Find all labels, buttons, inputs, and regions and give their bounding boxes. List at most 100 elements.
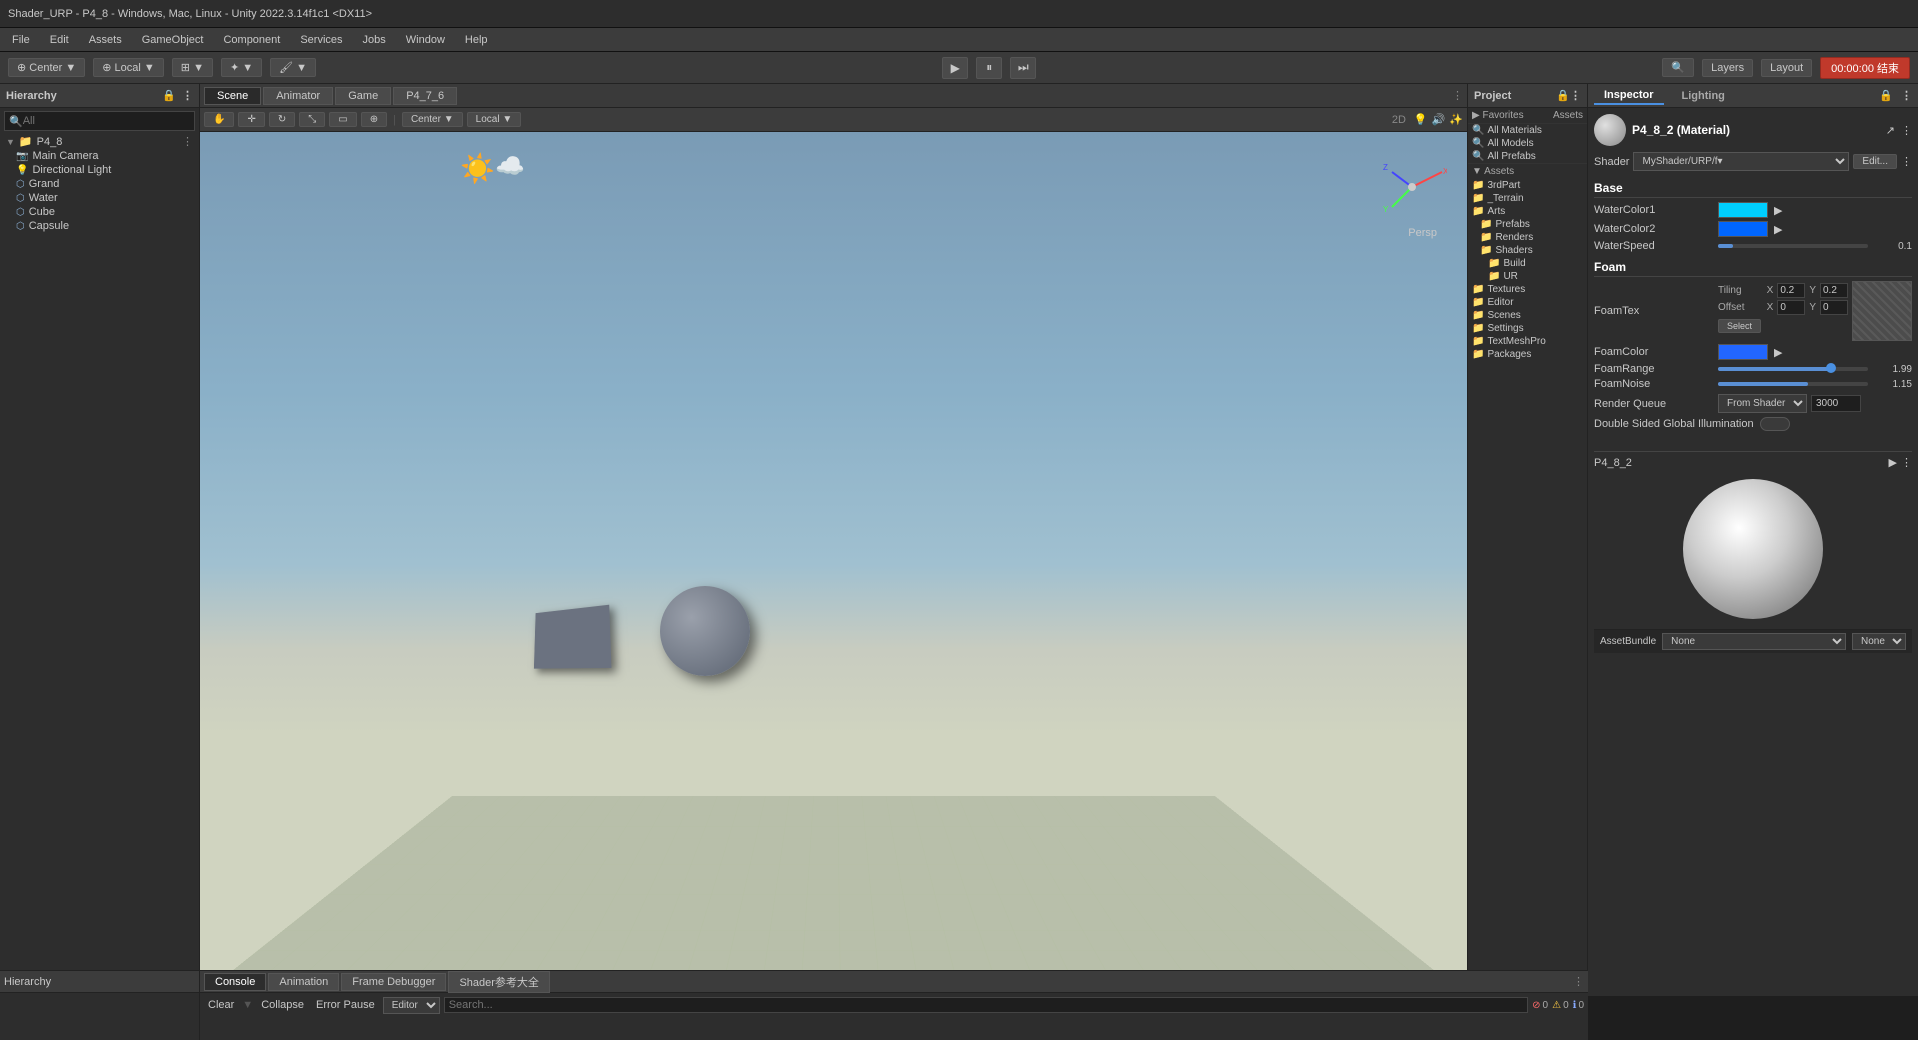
project-asset-packages[interactable]: 📁 Packages xyxy=(1468,348,1587,361)
hierarchy-lock[interactable]: 🔒 xyxy=(162,89,176,102)
project-asset-scenes[interactable]: 📁 Scenes xyxy=(1468,309,1587,322)
tiling-x-input[interactable] xyxy=(1777,283,1805,298)
menu-file[interactable]: File xyxy=(4,32,38,48)
console-search-input[interactable] xyxy=(444,997,1528,1013)
hierarchy-item-grand[interactable]: ⬡ Grand xyxy=(0,177,199,191)
project-asset-build[interactable]: 📁 Build xyxy=(1468,257,1587,270)
water-speed-track[interactable] xyxy=(1718,244,1868,248)
hierarchy-root[interactable]: ▼ 📁 P4_8 ⋮ xyxy=(0,134,199,149)
local-dropdown[interactable]: Local ▼ xyxy=(467,112,522,127)
project-asset-textmeshpro[interactable]: 📁 TextMeshPro xyxy=(1468,335,1587,348)
scale-tool[interactable]: ⤡ xyxy=(299,112,325,127)
asset-bundle-dropdown2[interactable]: None xyxy=(1852,633,1906,650)
project-fav-materials[interactable]: 🔍 All Materials xyxy=(1468,124,1587,137)
root-menu[interactable]: ⋮ xyxy=(182,135,193,148)
material-open-btn[interactable]: ↗ xyxy=(1886,124,1895,137)
scene-tab-p4[interactable]: P4_7_6 xyxy=(393,87,457,105)
hierarchy-item-cube[interactable]: ⬡ Cube xyxy=(0,205,199,219)
snap-toggle[interactable]: ✦ ▼ xyxy=(221,58,262,77)
scene-fx-btn[interactable]: ✨ xyxy=(1449,113,1463,126)
foam-color-swatch[interactable] xyxy=(1718,344,1768,360)
project-asset-shaders[interactable]: 📁 Shaders xyxy=(1468,244,1587,257)
render-queue-value[interactable] xyxy=(1811,395,1861,412)
scene-viewport[interactable]: ☀️ ☁️ Persp X Y Z xyxy=(200,132,1467,996)
shader-more-btn[interactable]: ⋮ xyxy=(1901,155,1912,168)
scene-cube-object[interactable] xyxy=(534,604,612,668)
all-tool[interactable]: ⊕ xyxy=(361,112,387,127)
rect-tool[interactable]: ▭ xyxy=(329,112,356,127)
scene-tab-animator[interactable]: Animator xyxy=(263,87,333,105)
grid-toggle[interactable]: ⊞ ▼ xyxy=(172,58,213,77)
favorites-expand[interactable]: ▶ xyxy=(1472,110,1480,121)
console-errorpause-btn[interactable]: Error Pause xyxy=(312,998,379,1012)
foam-noise-track[interactable] xyxy=(1718,382,1868,386)
hierarchy-item-directional-light[interactable]: 💡 Directional Light xyxy=(0,163,199,177)
foam-tex-select-btn[interactable]: Select xyxy=(1718,319,1761,333)
foam-range-thumb[interactable] xyxy=(1826,363,1836,373)
project-asset-settings[interactable]: 📁 Settings xyxy=(1468,322,1587,335)
assets-expand[interactable]: ▼ xyxy=(1472,166,1482,177)
scene-tab-game[interactable]: Game xyxy=(335,87,391,105)
console-tab-shader[interactable]: Shader参考大全 xyxy=(448,971,549,993)
scene-sphere-object[interactable] xyxy=(660,586,750,676)
project-menu[interactable]: ⋮ xyxy=(1570,89,1581,102)
space-toggle[interactable]: ⊕ Local ▼ xyxy=(93,58,164,77)
center-dropdown[interactable]: Center ▼ xyxy=(402,112,463,127)
offset-x-input[interactable] xyxy=(1777,300,1805,315)
scene-panel-menu[interactable]: ⋮ xyxy=(1452,89,1463,102)
offset-y-input[interactable] xyxy=(1820,300,1848,315)
project-asset-textures[interactable]: 📁 Textures xyxy=(1468,283,1587,296)
project-asset-arts[interactable]: 📁 Arts xyxy=(1468,205,1587,218)
material-dots-btn[interactable]: ⋮ xyxy=(1901,124,1912,137)
water-color2-swatch[interactable] xyxy=(1718,221,1768,237)
move-tool[interactable]: ✛ xyxy=(238,112,264,127)
menu-window[interactable]: Window xyxy=(398,32,453,48)
scene-2d-btn[interactable]: 2D xyxy=(1392,114,1406,126)
rotate-tool[interactable]: ↻ xyxy=(269,112,295,127)
scene-audio-btn[interactable]: 🔊 xyxy=(1432,113,1446,126)
project-asset-3rdpart[interactable]: 📁 3rdPart xyxy=(1468,179,1587,192)
hierarchy-search-input[interactable] xyxy=(23,115,190,127)
menu-gameobject[interactable]: GameObject xyxy=(134,32,212,48)
console-tab-console[interactable]: Console xyxy=(204,973,266,991)
console-collapse-btn[interactable]: Collapse xyxy=(257,998,308,1012)
asset-bundle-dropdown1[interactable]: None xyxy=(1662,633,1846,650)
project-asset-renders[interactable]: 📁 Renders xyxy=(1468,231,1587,244)
pause-button[interactable]: ⏸ xyxy=(976,57,1002,79)
menu-assets[interactable]: Assets xyxy=(81,32,130,48)
water-color1-swatch[interactable] xyxy=(1718,202,1768,218)
search-button[interactable]: 🔍 xyxy=(1662,58,1694,77)
menu-edit[interactable]: Edit xyxy=(42,32,77,48)
menu-services[interactable]: Services xyxy=(292,32,350,48)
water-color2-picker[interactable]: ▶ xyxy=(1774,223,1782,236)
scene-gizmo[interactable]: X Y Z xyxy=(1377,152,1447,222)
layout-button[interactable]: Layout xyxy=(1761,59,1812,77)
foam-tex-preview[interactable] xyxy=(1852,281,1912,341)
inspector-lock[interactable]: 🔒 xyxy=(1879,89,1893,102)
hierarchy-item-water[interactable]: ⬡ Water xyxy=(0,191,199,205)
hierarchy-item-main-camera[interactable]: 📷 Main Camera xyxy=(0,149,199,163)
shader-edit-button[interactable]: Edit... xyxy=(1853,154,1897,169)
pivot-toggle[interactable]: ⊕ Center ▼ xyxy=(8,58,85,77)
console-editor-dropdown[interactable]: Editor xyxy=(383,997,440,1014)
tiling-y-input[interactable] xyxy=(1820,283,1848,298)
console-clear-btn[interactable]: Clear xyxy=(204,998,238,1012)
project-fav-models[interactable]: 🔍 All Models xyxy=(1468,137,1587,150)
shader-dropdown[interactable]: MyShader/URP/f▾ xyxy=(1633,152,1849,171)
step-button[interactable]: ⏭ xyxy=(1010,57,1036,79)
double-sided-toggle[interactable] xyxy=(1760,417,1790,431)
foam-range-track[interactable] xyxy=(1718,367,1868,371)
project-lock[interactable]: 🔒 xyxy=(1556,89,1570,102)
inspector-tab-inspector[interactable]: Inspector xyxy=(1594,87,1664,105)
layers-button[interactable]: Layers xyxy=(1702,59,1753,77)
inspector-tab-lighting[interactable]: Lighting xyxy=(1672,88,1735,104)
scene-light-btn[interactable]: 💡 xyxy=(1414,113,1428,126)
console-tab-animation[interactable]: Animation xyxy=(268,973,339,991)
console-tab-framedebugger[interactable]: Frame Debugger xyxy=(341,973,446,991)
project-fav-prefabs[interactable]: 🔍 All Prefabs xyxy=(1468,150,1587,163)
project-asset-terrain[interactable]: 📁 _Terrain xyxy=(1468,192,1587,205)
paint-toggle[interactable]: 🖌 ▼ xyxy=(270,58,316,77)
menu-component[interactable]: Component xyxy=(215,32,288,48)
render-queue-dropdown[interactable]: From Shader xyxy=(1718,394,1807,413)
hierarchy-menu[interactable]: ⋮ xyxy=(182,89,193,102)
